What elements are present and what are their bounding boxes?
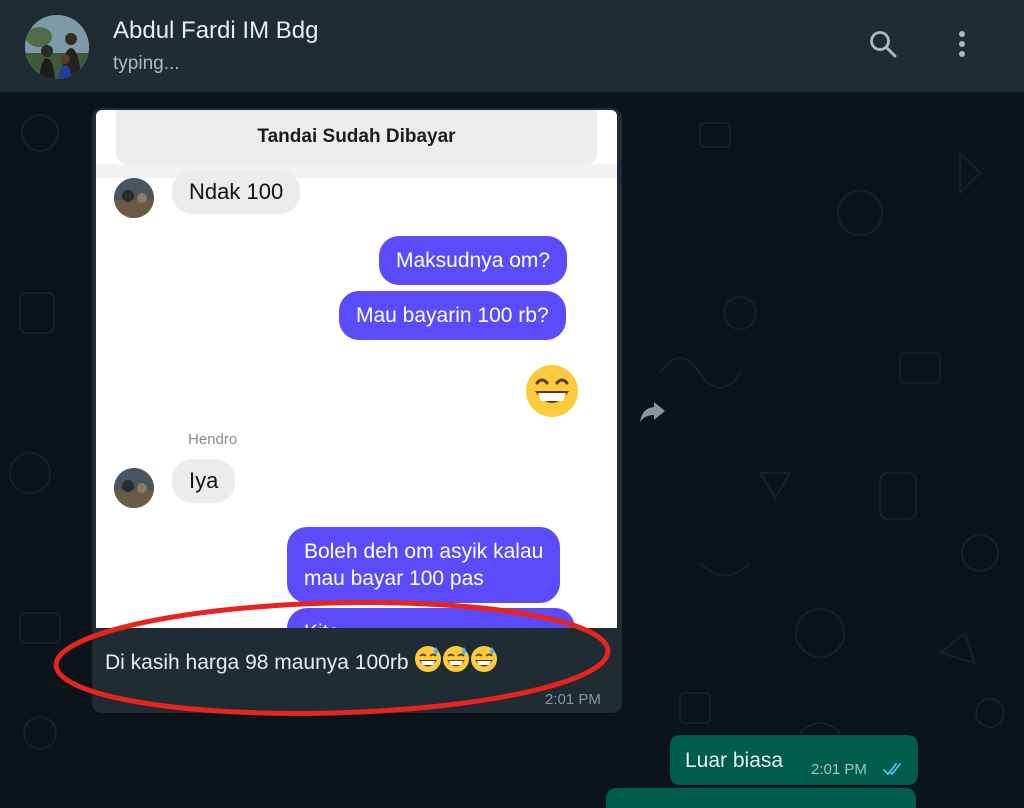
list-item: Maksudnya om? xyxy=(379,236,568,285)
list-item: Ndak 100 xyxy=(172,170,301,214)
chat-header: Abdul Fardi IM Bdg typing... xyxy=(0,0,1024,93)
shared-screenshot-image[interactable]: Tandai Sudah Dibayar Ndak 100 Maksudnya … xyxy=(96,110,617,628)
list-item: Kita… xyxy=(287,608,575,628)
outgoing-message[interactable]: Luar biasa 2:01 PM xyxy=(670,735,918,785)
message-time: 2:01 PM xyxy=(811,761,867,778)
typing-status: typing... xyxy=(113,53,180,74)
mark-paid-button: Tandai Sudah Dibayar xyxy=(116,110,597,164)
sender-name: Hendro xyxy=(188,431,238,448)
search-button[interactable] xyxy=(863,26,903,66)
forward-icon xyxy=(637,402,667,430)
menu-button[interactable] xyxy=(942,26,982,66)
grinning-sweat-face-icon xyxy=(442,645,470,679)
avatar xyxy=(114,178,154,218)
message-line: Boleh deh om asyik kalau xyxy=(304,540,544,563)
search-icon xyxy=(868,29,898,64)
message-text: Luar biasa xyxy=(685,749,784,772)
message-time: 2:01 PM xyxy=(545,691,601,708)
grinning-face-icon xyxy=(524,363,580,424)
divider xyxy=(96,164,617,178)
message-line: mau bayar 100 pas xyxy=(304,567,484,590)
grinning-sweat-face-icon xyxy=(414,645,442,679)
read-double-check-icon xyxy=(883,761,907,782)
list-item: Mau bayarin 100 rb? xyxy=(339,291,566,340)
outgoing-message[interactable] xyxy=(606,788,916,808)
grinning-sweat-face-icon xyxy=(470,645,498,679)
more-vertical-icon xyxy=(956,29,968,64)
caption-text: Di kasih harga 98 maunya 100rb xyxy=(105,651,409,674)
message-caption: Di kasih harga 98 maunya 100rb xyxy=(105,645,498,679)
forward-button[interactable] xyxy=(637,396,667,426)
list-item: Boleh deh om asyik kalau mau bayar 100 p… xyxy=(287,527,561,603)
contact-name[interactable]: Abdul Fardi IM Bdg xyxy=(113,17,318,45)
avatar xyxy=(114,468,154,508)
list-item: Iya xyxy=(172,459,236,503)
contact-avatar[interactable] xyxy=(25,15,89,79)
